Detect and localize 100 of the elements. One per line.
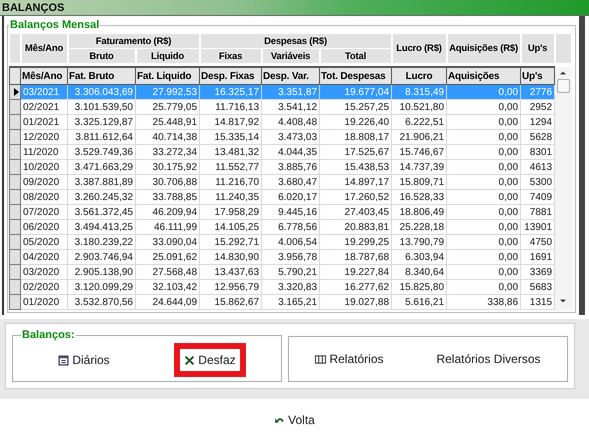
table-cell: 25.091,62 — [136, 250, 200, 264]
book-icon — [315, 354, 326, 364]
table-cell: 4750 — [520, 234, 555, 250]
table-cell: 18.806,49 — [392, 204, 447, 220]
window-title: BALANÇOS — [2, 2, 64, 14]
table-cell: 09/2020 — [20, 174, 68, 190]
table-cell: 02/2020 — [20, 280, 68, 294]
table-cell: 5683 — [520, 280, 555, 294]
table-cell: 0,00 — [446, 130, 521, 144]
table-cell: 13.790,79 — [392, 234, 447, 250]
table-cell: 14.817,92 — [200, 114, 262, 130]
column-header[interactable]: Up's — [520, 67, 555, 84]
table-cell: 0,00 — [446, 84, 521, 100]
table-cell: 8.315,49 — [392, 84, 447, 100]
table-cell: 25.448,91 — [136, 114, 200, 130]
table-cell: 15.862,67 — [200, 294, 262, 310]
column-header[interactable]: Lucro — [392, 67, 447, 84]
header-cell — [10, 34, 20, 64]
table-cell: 6.778,56 — [262, 220, 320, 234]
table-cell: 19.226,40 — [320, 114, 392, 130]
table-cell: 1315 — [520, 294, 555, 310]
table-cell: 17.958,29 — [200, 204, 262, 220]
table-cell: 15.746,67 — [392, 144, 447, 160]
table-cell: 11.240,35 — [200, 190, 262, 204]
table-cell: 3369 — [520, 264, 555, 280]
table-cell: 24.644,09 — [136, 294, 200, 310]
header-group-cell: Mês/Ano — [20, 34, 68, 64]
table-cell: 33.788,85 — [136, 190, 200, 204]
table-cell: 15.438,53 — [320, 160, 392, 174]
table-cell: 32.103,42 — [136, 280, 200, 294]
table-cell: 14.737,39 — [392, 160, 447, 174]
column-header[interactable]: Aquisições — [446, 67, 521, 84]
table-cell: 3.532.870,56 — [68, 294, 136, 310]
table-cell: 11/2020 — [20, 144, 68, 160]
table-cell: 7409 — [520, 190, 555, 204]
table-cell: 30.706,88 — [136, 174, 200, 190]
table-cell: 19.227,84 — [320, 264, 392, 280]
table-cell: 0,00 — [446, 190, 521, 204]
table-cell: 08/2020 — [20, 190, 68, 204]
table-cell: 2.903.746,94 — [68, 250, 136, 264]
table-cell: 15.335,14 — [200, 130, 262, 144]
table-cell: 05/2020 — [20, 234, 68, 250]
table-cell: 18.787,68 — [320, 250, 392, 264]
table-cell: 33.272,34 — [136, 144, 200, 160]
table-cell: 01/2020 — [20, 294, 68, 310]
table-cell: 2.905.138,90 — [68, 264, 136, 280]
table-cell: 2776 — [520, 84, 555, 100]
table-cell: 4.044,35 — [262, 144, 320, 160]
table-cell: 46.111,99 — [136, 220, 200, 234]
table-cell: 4613 — [520, 160, 555, 174]
table-cell: 13901 — [520, 220, 555, 234]
table-cell: 10/2020 — [20, 160, 68, 174]
table-cell: 27.403,45 — [320, 204, 392, 220]
table-cell: 0,00 — [446, 160, 521, 174]
vertical-scrollbar[interactable] — [554, 67, 572, 310]
table-cell: 33.090,04 — [136, 234, 200, 250]
table-cell: 40.714,38 — [136, 130, 200, 144]
table-cell: 3.165,21 — [262, 294, 320, 310]
table-cell: 5.790,21 — [262, 264, 320, 280]
table-cell: 19.027,88 — [320, 294, 392, 310]
column-header[interactable]: Fat. Liquido — [136, 67, 200, 84]
table-cell: 15.292,71 — [200, 234, 262, 250]
column-header[interactable]: Mês/Ano — [20, 67, 68, 84]
table-cell: 3.260.245,32 — [68, 190, 136, 204]
group-title: Balanços: — [21, 329, 76, 341]
scroll-thumb[interactable] — [556, 79, 570, 93]
table-cell: 16.528,33 — [392, 190, 447, 204]
table-cell: 18.808,17 — [320, 130, 392, 144]
table-cell: 0,00 — [446, 220, 521, 234]
table-cell: 6.303,94 — [392, 250, 447, 264]
table-cell: 13.481,32 — [200, 144, 262, 160]
table-cell: 19.677,04 — [320, 84, 392, 100]
table-cell: 8.340,64 — [392, 264, 447, 280]
table-cell: 01/2021 — [20, 114, 68, 130]
table-cell: 0,00 — [446, 250, 521, 264]
table-cell: 07/2020 — [20, 204, 68, 220]
table-cell: 04/2020 — [20, 250, 68, 264]
table-cell: 9.445,16 — [262, 204, 320, 220]
column-header[interactable]: Desp. Var. — [262, 67, 320, 84]
scroll-down-icon[interactable] — [559, 298, 568, 304]
column-header[interactable]: Desp. Fixas — [200, 67, 262, 84]
table-cell: 12/2020 — [20, 130, 68, 144]
table-cell: 3.387.881,89 — [68, 174, 136, 190]
row-indicator[interactable] — [10, 84, 20, 100]
table-cell: 5628 — [520, 130, 555, 144]
column-header[interactable]: Tot. Despesas — [320, 67, 392, 84]
table-cell: 3.541,12 — [262, 100, 320, 114]
header-subgroup-cell: Total — [320, 48, 392, 64]
header-subgroup-cell: Variáveis — [262, 48, 320, 64]
header-group-cell: Faturamento (R$) — [68, 34, 200, 48]
scroll-up-icon[interactable] — [559, 70, 568, 76]
table-cell: 3.180.239,22 — [68, 234, 136, 250]
table-cell: 11.552,77 — [200, 160, 262, 174]
table-cell: 14.830,90 — [200, 250, 262, 264]
header-subgroup-cell: Liquido — [136, 48, 200, 64]
column-header[interactable]: Fat. Bruto — [68, 67, 136, 84]
table-cell: 15.825,80 — [392, 280, 447, 294]
calendar-icon — [58, 354, 70, 366]
table-cell: 25.779,05 — [136, 100, 200, 114]
action-button[interactable]: Desfaz — [174, 343, 246, 377]
